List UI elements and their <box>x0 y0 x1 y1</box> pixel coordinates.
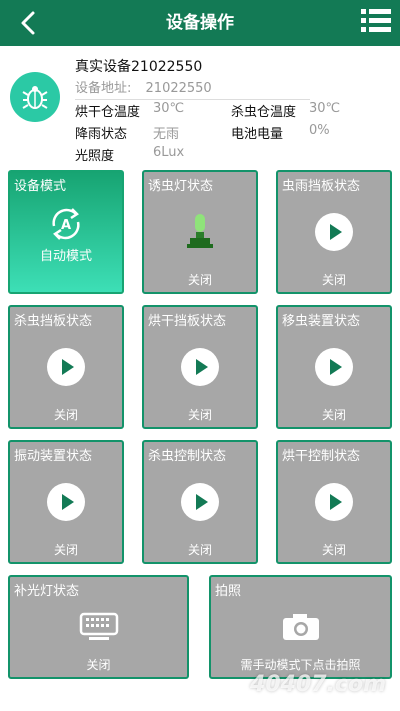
tile-status: 需手动模式下点击拍照 <box>240 658 361 672</box>
light-panel-icon <box>79 612 118 640</box>
tile-device-mode[interactable]: 设备模式 A 自动模式 <box>8 170 124 294</box>
field-value: 30℃ <box>309 101 341 116</box>
tile-status: 关闭 <box>53 408 78 422</box>
play-icon[interactable] <box>181 348 219 386</box>
page-title: 设备操作 <box>166 13 234 33</box>
tile-label: 振动装置状态 <box>14 449 93 464</box>
device-name: 真实设备21022550 <box>75 59 203 75</box>
tile-status: 关闭 <box>86 658 111 672</box>
tile-kill-control[interactable]: 杀虫控制状态 关闭 <box>142 440 258 564</box>
tile-status: 自动模式 <box>39 249 92 264</box>
illuminance-row: 光照度 6Lux <box>75 145 184 164</box>
tile-label: 烘干控制状态 <box>282 449 361 464</box>
tile-status: 关闭 <box>187 408 212 422</box>
device-address-label: 设备地址: <box>75 81 132 96</box>
menu-list-icon[interactable] <box>360 6 392 36</box>
tile-vibration[interactable]: 振动装置状态 关闭 <box>8 440 124 564</box>
play-icon[interactable] <box>315 348 353 386</box>
play-icon[interactable] <box>47 483 85 521</box>
play-icon[interactable] <box>47 348 85 386</box>
tile-dry-control[interactable]: 烘干控制状态 关闭 <box>276 440 392 564</box>
tile-label: 虫雨挡板状态 <box>282 179 361 194</box>
camera-icon <box>282 614 319 640</box>
tile-status: 关闭 <box>187 273 212 287</box>
device-address-row: 设备地址: 21022550 <box>75 77 310 100</box>
tile-rain-baffle[interactable]: 虫雨挡板状态 关闭 <box>276 170 392 294</box>
battery-row: 电池电量 0% <box>231 123 330 142</box>
tile-label: 补光灯状态 <box>14 584 80 599</box>
field-value: 30℃ <box>153 101 185 116</box>
tile-status: 关闭 <box>321 543 346 557</box>
tile-label: 设备模式 <box>14 179 67 194</box>
field-key: 杀虫仓温度 <box>231 105 297 120</box>
kill-temp-row: 杀虫仓温度 30℃ <box>231 101 340 120</box>
tile-kill-baffle[interactable]: 杀虫挡板状态 关闭 <box>8 305 124 429</box>
tile-status: 关闭 <box>187 543 212 557</box>
field-key: 电池电量 <box>231 127 284 142</box>
field-value: 6Lux <box>153 145 185 160</box>
watermark-logo: 40407.com <box>250 672 386 697</box>
field-key: 光照度 <box>75 149 115 164</box>
tile-label: 杀虫控制状态 <box>148 449 227 464</box>
tile-fill-light[interactable]: 补光灯状态 关闭 <box>8 575 189 679</box>
tile-label: 诱虫灯状态 <box>148 179 214 194</box>
auto-mode-icon: A <box>52 208 80 240</box>
play-icon[interactable] <box>315 213 353 251</box>
play-icon[interactable] <box>181 483 219 521</box>
play-icon[interactable] <box>315 483 353 521</box>
app-header: 设备操作 <box>0 0 400 46</box>
tile-lure-lamp[interactable]: 诱虫灯状态 关闭 <box>142 170 258 294</box>
tile-status: 关闭 <box>321 408 346 422</box>
device-address-value: 21022550 <box>145 81 212 96</box>
field-key: 降雨状态 <box>75 127 128 142</box>
tile-label: 杀虫挡板状态 <box>14 314 93 329</box>
field-value: 无雨 <box>153 127 180 142</box>
lamp-icon <box>187 214 213 248</box>
dry-temp-row: 烘干仓温度 30℃ <box>75 101 184 120</box>
tile-take-photo[interactable]: 拍照 需手动模式下点击拍照 <box>209 575 392 679</box>
device-avatar <box>10 72 60 122</box>
tile-insect-mover[interactable]: 移虫装置状态 关闭 <box>276 305 392 429</box>
tile-status: 关闭 <box>321 273 346 287</box>
tile-status: 关闭 <box>53 543 78 557</box>
field-key: 烘干仓温度 <box>75 105 141 120</box>
tile-label: 烘干挡板状态 <box>148 314 227 329</box>
bug-icon <box>22 86 48 109</box>
device-info-panel: 真实设备21022550 设备地址: 21022550 烘干仓温度 30℃ 杀虫… <box>0 46 400 168</box>
rain-status-row: 降雨状态 无雨 <box>75 123 179 142</box>
tile-label: 移虫装置状态 <box>282 314 361 329</box>
tile-dry-baffle[interactable]: 烘干挡板状态 关闭 <box>142 305 258 429</box>
field-value: 0% <box>309 123 330 138</box>
svg-text:A: A <box>61 218 71 233</box>
tile-label: 拍照 <box>215 584 242 599</box>
